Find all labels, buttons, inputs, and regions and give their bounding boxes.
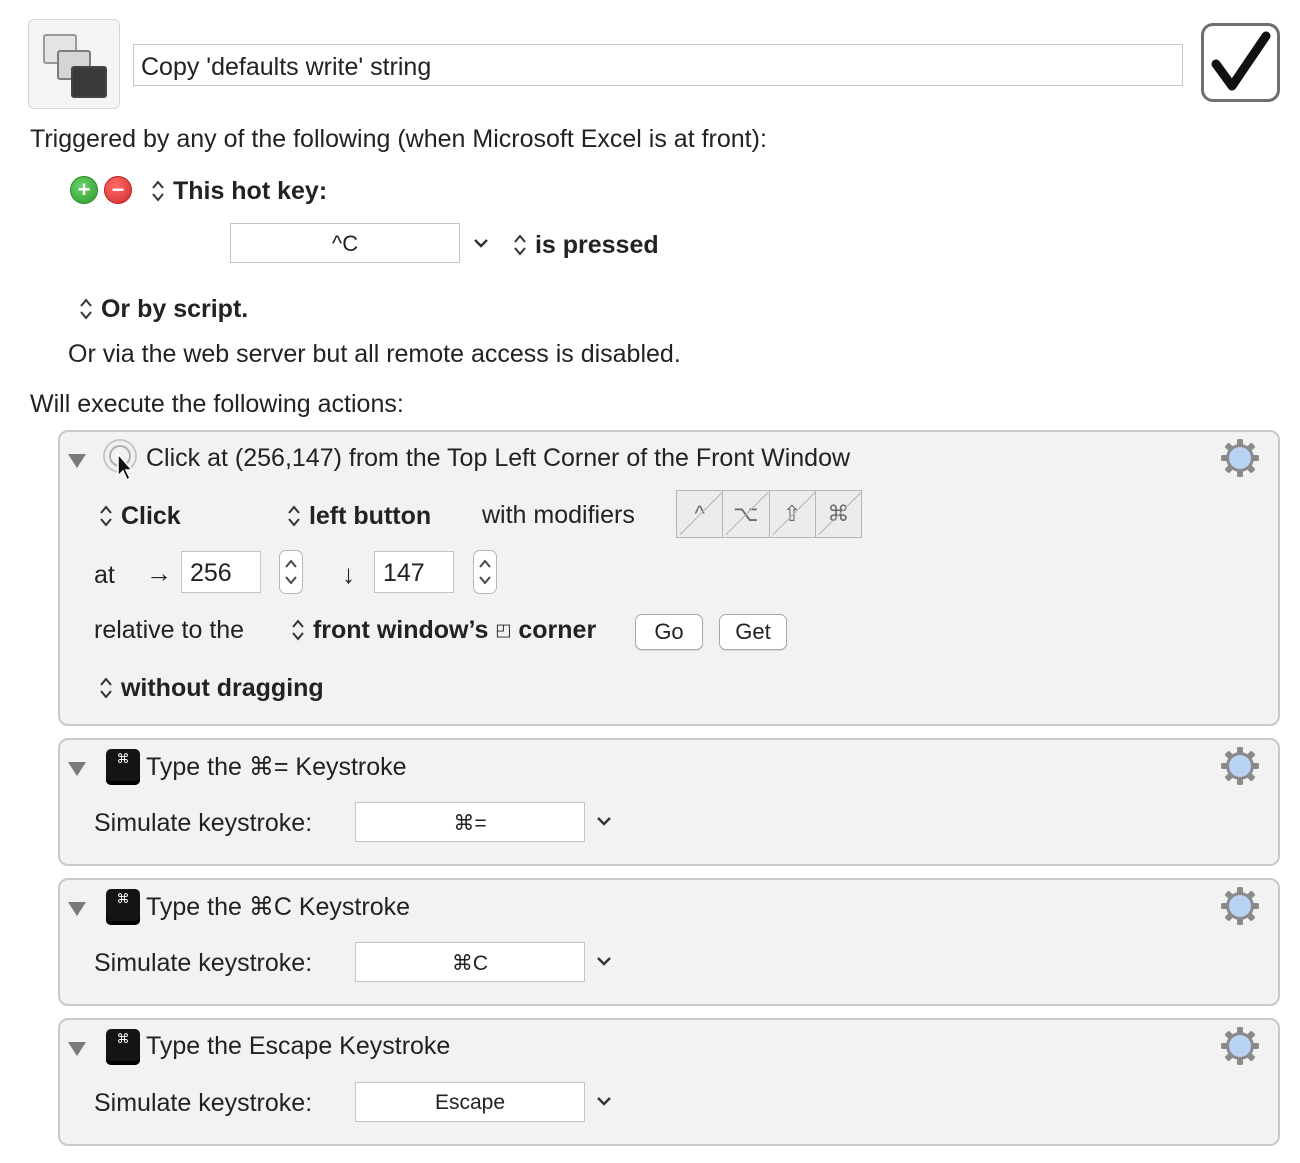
remove-trigger-button[interactable]: − bbox=[104, 176, 132, 204]
chevron-down-icon[interactable] bbox=[596, 954, 612, 968]
trigger-heading: Triggered by any of the following (when … bbox=[30, 125, 767, 153]
hotkey-field[interactable]: ^C bbox=[230, 223, 460, 263]
trigger-type-label: This hot key: bbox=[172, 176, 328, 205]
disclosure-triangle-icon[interactable] bbox=[68, 902, 86, 916]
macro-name-field[interactable]: Copy 'defaults write' string bbox=[133, 44, 1183, 86]
click-action-panel: Click at (256,147) from the Top Left Cor… bbox=[58, 430, 1280, 726]
relative-to-label: relative to the bbox=[94, 616, 245, 644]
modifier-keys-group: ^ ⌥ ⇧ ⌘ bbox=[676, 490, 862, 538]
keystroke-field[interactable]: ⌘= bbox=[355, 802, 585, 842]
actions-heading: Will execute the following actions: bbox=[30, 390, 404, 418]
simulate-keystroke-label: Simulate keystroke: bbox=[94, 809, 313, 837]
keystroke-field[interactable]: ⌘C bbox=[355, 942, 585, 982]
keyboard-key-icon: ⌘ bbox=[106, 889, 140, 925]
mouse-click-icon bbox=[103, 439, 137, 482]
click-action-title: Click at (256,147) from the Top Left Cor… bbox=[146, 444, 851, 472]
stepper-arrows-icon bbox=[285, 559, 297, 585]
gear-icon[interactable] bbox=[1220, 1026, 1260, 1066]
x-coordinate-stepper[interactable] bbox=[279, 550, 303, 594]
go-button[interactable]: Go bbox=[635, 614, 703, 650]
y-coordinate-stepper[interactable] bbox=[473, 550, 497, 594]
keystroke-action-panel: ⌘ Type the ⌘= Keystroke Simulate keystro… bbox=[58, 738, 1280, 866]
hotkey-condition-popup[interactable]: is pressed bbox=[512, 230, 659, 260]
macro-enabled-checkbox[interactable] bbox=[1201, 23, 1280, 102]
keystroke-action-title: Type the ⌘= Keystroke bbox=[146, 753, 407, 781]
updown-arrows-icon bbox=[514, 234, 526, 256]
keyboard-key-icon: ⌘ bbox=[106, 749, 140, 785]
checkmark-icon bbox=[1211, 31, 1271, 91]
keyboard-key-icon: ⌘ bbox=[106, 1029, 140, 1065]
chevron-down-icon[interactable] bbox=[596, 814, 612, 828]
keystroke-field[interactable]: Escape bbox=[355, 1082, 585, 1122]
shift-modifier-toggle[interactable]: ⇧ bbox=[770, 491, 816, 537]
relative-to-popup[interactable]: front window’s ◰ corner bbox=[290, 615, 596, 645]
click-type-label: Click bbox=[120, 501, 181, 530]
corner-icon: ◰ bbox=[495, 620, 512, 640]
minus-circle-icon: − bbox=[111, 177, 125, 202]
disclosure-triangle-icon[interactable] bbox=[68, 454, 86, 468]
mouse-button-label: left button bbox=[308, 501, 432, 530]
x-coordinate-field[interactable]: 256 bbox=[181, 551, 261, 593]
updown-arrows-icon bbox=[100, 505, 112, 527]
down-arrow-icon: ↓ bbox=[342, 559, 355, 589]
keystroke-action-title: Type the ⌘C Keystroke bbox=[146, 893, 411, 921]
click-type-popup[interactable]: Click bbox=[98, 501, 181, 531]
control-modifier-toggle[interactable]: ^ bbox=[677, 491, 724, 537]
gear-icon[interactable] bbox=[1220, 438, 1260, 478]
chevron-down-icon[interactable] bbox=[596, 1094, 612, 1108]
drag-mode-popup[interactable]: without dragging bbox=[98, 673, 324, 703]
modifiers-label: with modifiers bbox=[482, 501, 635, 529]
web-server-text: Or via the web server but all remote acc… bbox=[68, 340, 681, 368]
option-modifier-toggle[interactable]: ⌥ bbox=[723, 491, 770, 537]
get-button[interactable]: Get bbox=[719, 614, 787, 650]
simulate-keystroke-label: Simulate keystroke: bbox=[94, 1089, 313, 1117]
command-modifier-toggle[interactable]: ⌘ bbox=[816, 491, 861, 537]
disclosure-triangle-icon[interactable] bbox=[68, 1042, 86, 1056]
updown-arrows-icon bbox=[80, 298, 92, 320]
gear-icon[interactable] bbox=[1220, 746, 1260, 786]
gear-icon[interactable] bbox=[1220, 886, 1260, 926]
updown-arrows-icon bbox=[288, 505, 300, 527]
at-label: at bbox=[94, 561, 115, 589]
trigger-type-popup[interactable]: This hot key: bbox=[150, 176, 327, 206]
updown-arrows-icon bbox=[152, 180, 164, 202]
keystroke-action-panel: ⌘ Type the Escape Keystroke Simulate key… bbox=[58, 1018, 1280, 1146]
disclosure-triangle-icon[interactable] bbox=[68, 762, 86, 776]
mouse-button-popup[interactable]: left button bbox=[286, 501, 431, 531]
script-trigger-popup[interactable]: Or by script. bbox=[78, 294, 248, 324]
keystroke-action-panel: ⌘ Type the ⌘C Keystroke Simulate keystro… bbox=[58, 878, 1280, 1006]
chevron-down-icon[interactable] bbox=[473, 236, 489, 250]
script-trigger-label: Or by script. bbox=[100, 294, 249, 323]
y-coordinate-field[interactable]: 147 bbox=[374, 551, 454, 593]
right-arrow-icon: → bbox=[146, 558, 172, 588]
corner-label: corner bbox=[518, 615, 597, 644]
stepper-arrows-icon bbox=[479, 559, 491, 585]
macro-icon[interactable] bbox=[28, 19, 120, 109]
updown-arrows-icon bbox=[292, 619, 304, 641]
add-trigger-button[interactable]: + bbox=[70, 176, 98, 204]
simulate-keystroke-label: Simulate keystroke: bbox=[94, 949, 313, 977]
keystroke-action-title: Type the Escape Keystroke bbox=[146, 1032, 451, 1060]
relative-to-value: front window’s bbox=[312, 615, 489, 644]
drag-mode-label: without dragging bbox=[120, 673, 324, 702]
hotkey-condition-label: is pressed bbox=[534, 230, 659, 259]
plus-circle-icon: + bbox=[77, 177, 91, 202]
updown-arrows-icon bbox=[100, 677, 112, 699]
